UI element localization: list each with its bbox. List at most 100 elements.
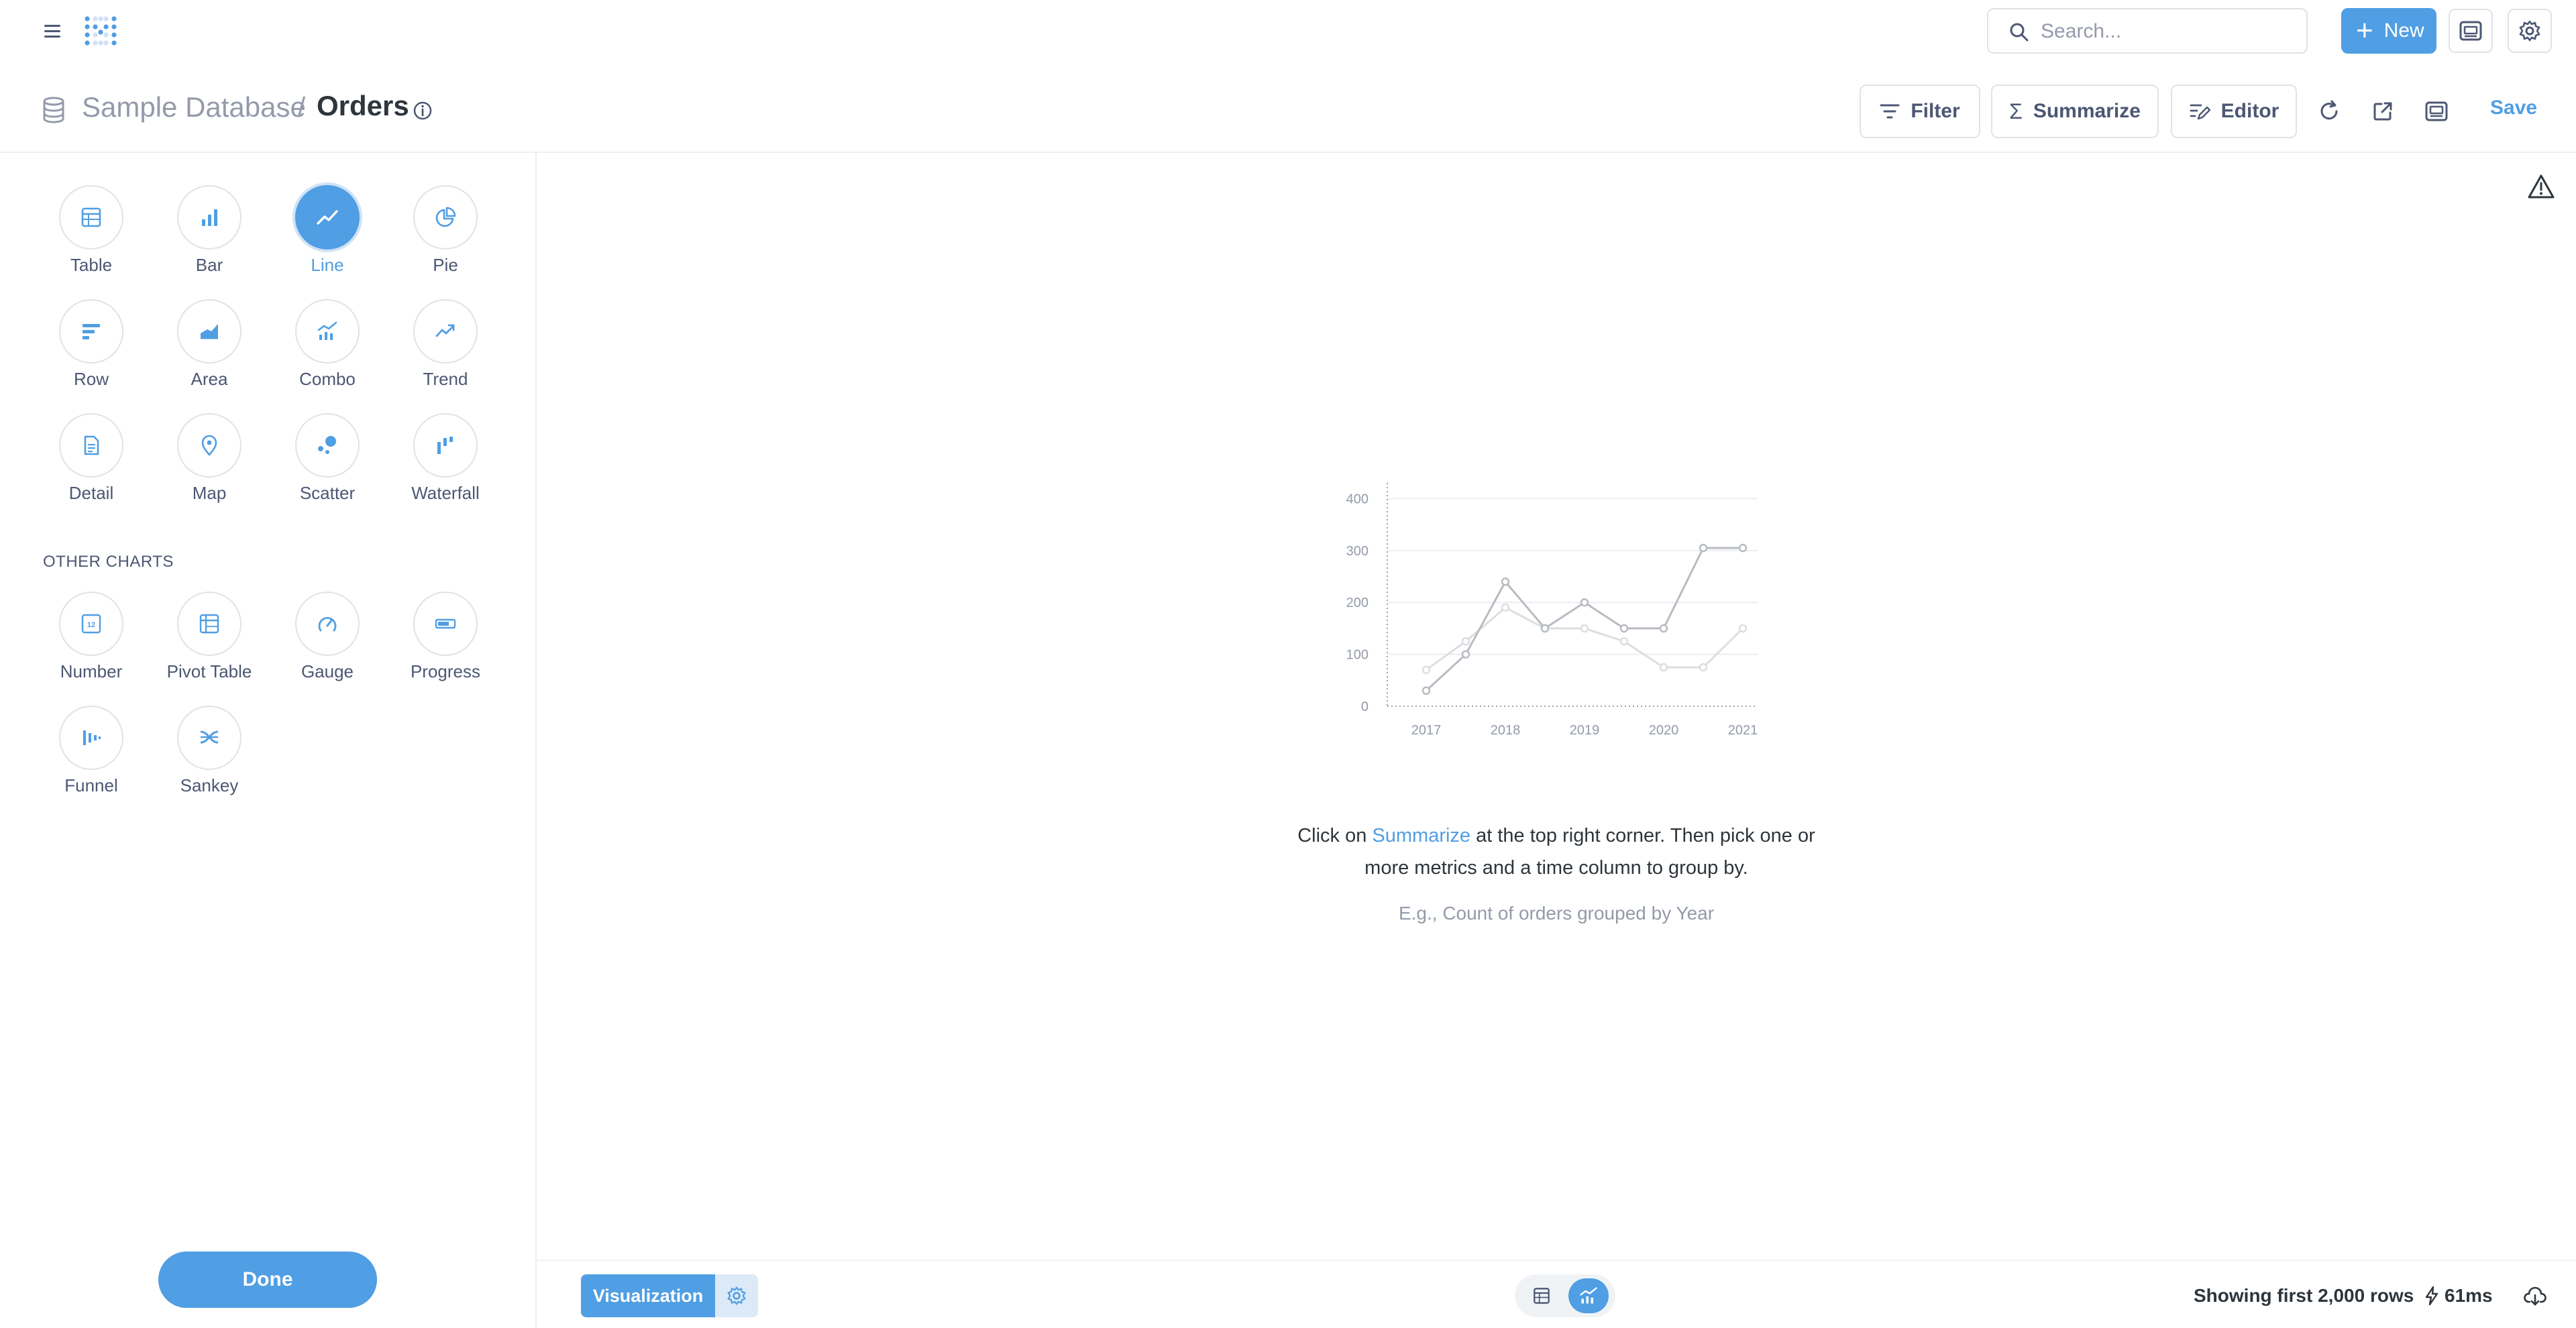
breadcrumb-database[interactable]: Sample Database [82,91,306,123]
data-point [1699,543,1708,553]
menu-icon[interactable] [42,20,63,42]
timing-value: 61ms [2445,1285,2493,1306]
chart-type-label: Bar [195,255,223,275]
new-button-label: New [2383,19,2424,42]
sankey-icon [200,730,219,744]
y-tick-label: 400 [1346,492,1368,506]
summarize-hint: Click on Summarize at the top right corn… [1275,820,1838,884]
query-header: Sample Database / Orders Filter Σ Summar… [0,64,2576,153]
chart-type-funnel[interactable]: Funnel [32,703,153,810]
warning-icon[interactable] [2526,173,2556,200]
chart-type-label: Area [191,369,228,389]
chart-type-label: Sankey [180,775,239,795]
data-point [1738,543,1748,553]
y-tick-label: 100 [1346,648,1368,663]
chart-type-pivot-table[interactable]: Pivot Table [150,589,271,696]
y-tick-label: 300 [1346,544,1368,559]
map-pin-icon [201,435,217,456]
chart-type-label: Funnel [64,775,118,795]
data-point [1540,624,1550,633]
hint-text-before: Click on [1297,825,1373,846]
x-tick-label: 2021 [1728,723,1758,738]
chart-type-detail[interactable]: Detail [32,410,153,518]
gear-icon [727,1286,746,1305]
chart-type-label: Pie [433,255,458,275]
chart-type-gauge[interactable]: Gauge [268,589,389,696]
chart-type-sidebar: Table Bar Line Pie Row Area Combo Trend … [0,153,537,1328]
gear-icon [2519,20,2540,42]
table-view-icon [1534,1288,1550,1304]
external-link-icon[interactable] [2369,98,2396,125]
data-point [1421,665,1431,675]
data-point [1699,663,1708,672]
data-point [1659,624,1668,633]
summarize-label: Summarize [2033,100,2141,122]
chart-type-label: Scatter [299,483,356,503]
chart-type-map[interactable]: Map [150,410,271,518]
trend-icon [435,324,455,337]
data-point [1461,650,1470,659]
summarize-link[interactable]: Summarize [1372,825,1470,846]
embed-button[interactable] [2449,9,2493,53]
done-button[interactable]: Done [158,1252,377,1308]
table-view-toggle[interactable] [1521,1278,1562,1313]
new-button[interactable]: + New [2341,8,2436,54]
search-icon [2010,23,2029,42]
x-tick-label: 2020 [1649,723,1679,738]
save-button[interactable]: Save [2490,97,2537,119]
chart-view-toggle[interactable] [1568,1278,1609,1313]
top-navigation-bar: + New [0,0,2576,64]
chart-type-sankey[interactable]: Sankey [150,703,271,810]
chart-type-table[interactable]: Table [32,182,153,290]
chart-type-label: Table [70,255,113,275]
info-icon[interactable] [412,100,433,121]
filter-label: Filter [1911,100,1960,122]
chart-type-pie[interactable]: Pie [386,182,507,290]
detail-icon [84,435,99,455]
chart-type-label: Line [311,255,344,275]
chart-type-label: Progress [410,661,481,681]
chart-type-area[interactable]: Area [150,296,271,404]
chart-type-combo[interactable]: Combo [268,296,389,404]
y-tick-label: 0 [1361,700,1368,714]
chart-type-waterfall[interactable]: Waterfall [386,410,507,518]
bar-chart-icon [202,209,217,226]
area-chart-icon [201,324,218,340]
filter-button[interactable]: Filter [1860,85,1980,138]
data-point [1501,577,1510,586]
metabase-logo[interactable] [80,12,121,52]
y-tick-label: 200 [1346,596,1368,610]
number-icon: 12 [81,614,101,634]
database-icon [43,97,64,123]
sigma-icon: Σ [2009,99,2023,123]
settings-button[interactable] [2508,9,2552,53]
embed-icon [2459,21,2482,41]
chart-type-bar[interactable]: Bar [150,182,271,290]
chart-type-number[interactable]: 12 Number [32,589,153,696]
pivot-table-icon [199,614,219,634]
embed-icon[interactable] [2423,98,2450,125]
view-footer: Visualization Showing first 2,000 rows 6… [537,1260,2576,1328]
chart-type-label: Detail [68,483,114,503]
series-line [1425,547,1743,691]
editor-button[interactable]: Editor [2171,85,2297,138]
visualization-settings-button[interactable] [715,1274,758,1317]
data-point [1580,624,1589,633]
chart-type-scatter[interactable]: Scatter [268,410,389,518]
chart-type-trend[interactable]: Trend [386,296,507,404]
chart-view-icon [1580,1287,1597,1304]
search-input[interactable] [2039,17,2297,46]
visualization-area: 0 100 200 300 400 2017 2018 2019 2020 2021 Click … [537,153,2576,1260]
download-icon[interactable] [2524,1286,2546,1307]
search-box[interactable] [1987,8,2308,54]
other-charts-heading: OTHER CHARTS [43,553,174,571]
refresh-icon[interactable] [2316,98,2343,125]
chart-type-progress[interactable]: Progress [386,589,507,696]
data-point [1501,603,1510,612]
chart-type-row[interactable]: Row [32,296,153,404]
summarize-button[interactable]: Σ Summarize [1991,85,2159,138]
chart-type-line[interactable]: Line [268,182,389,290]
page-title[interactable]: Orders [317,90,409,122]
chart-type-label: Pivot Table [166,661,252,681]
visualization-button[interactable]: Visualization [581,1274,715,1317]
